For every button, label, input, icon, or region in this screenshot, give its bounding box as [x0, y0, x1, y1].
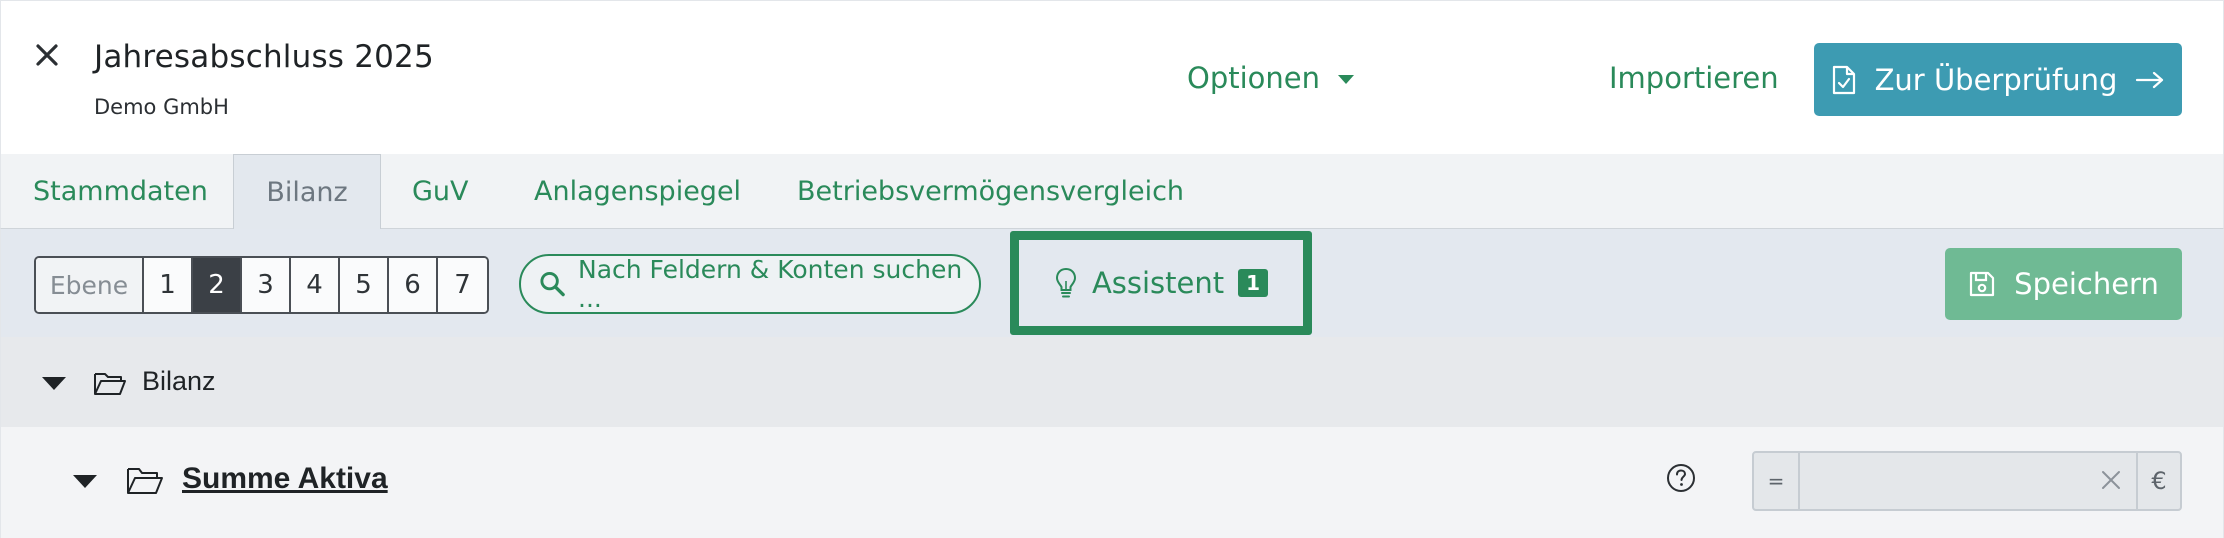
- help-icon[interactable]: [1666, 463, 1696, 493]
- search-icon: [540, 271, 565, 297]
- toolbar: Ebene 1 2 3 4 5 6 7 Nach Feldern & Konte…: [0, 229, 2224, 337]
- tab-guv[interactable]: GuV: [412, 154, 469, 229]
- review-label: Zur Überprüfung: [1874, 62, 2118, 97]
- tab-anlagenspiegel[interactable]: Anlagenspiegel: [534, 154, 741, 229]
- assistant-button[interactable]: Assistent 1: [1010, 231, 1312, 335]
- assistant-count-badge: 1: [1238, 269, 1269, 297]
- level-button-4[interactable]: 4: [291, 258, 340, 312]
- currency-label: €: [2136, 453, 2180, 509]
- options-label: Optionen: [1187, 61, 1321, 95]
- document-check-icon: [1832, 65, 1855, 94]
- level-button-5[interactable]: 5: [340, 258, 389, 312]
- tab-stammdaten[interactable]: Stammdaten: [33, 154, 208, 229]
- arrow-right-icon: [2136, 71, 2164, 88]
- level-button-3[interactable]: 3: [242, 258, 291, 312]
- level-selector: Ebene 1 2 3 4 5 6 7: [34, 256, 489, 314]
- tree-row-summe-aktiva[interactable]: Summe Aktiva = €: [0, 427, 2224, 538]
- review-button[interactable]: Zur Überprüfung: [1814, 43, 2182, 116]
- caret-down-icon[interactable]: [42, 377, 66, 390]
- tree-label-bilanz: Bilanz: [142, 366, 216, 396]
- level-label: Ebene: [36, 258, 144, 312]
- amount-input[interactable]: [1800, 453, 2136, 509]
- caret-down-icon: [1338, 74, 1355, 84]
- save-button[interactable]: Speichern: [1945, 248, 2182, 320]
- clear-icon[interactable]: [2100, 469, 2122, 491]
- folder-open-icon: [127, 468, 163, 494]
- close-icon[interactable]: [35, 43, 69, 77]
- formula-prefix: =: [1754, 453, 1800, 509]
- tab-betriebsvermoegensvergleich[interactable]: Betriebsvermögensvergleich: [797, 154, 1184, 229]
- amount-field: = €: [1752, 451, 2182, 511]
- tree-label-summe-aktiva[interactable]: Summe Aktiva: [182, 462, 388, 496]
- page-title: Jahresabschluss 2025: [94, 39, 434, 75]
- search-label: Nach Feldern & Konten suchen ...: [578, 255, 963, 313]
- level-button-1[interactable]: 1: [144, 258, 193, 312]
- save-label: Speichern: [2014, 267, 2159, 301]
- floppy-disk-icon: [1970, 271, 1995, 297]
- assistant-label: Assistent: [1091, 266, 1225, 300]
- options-dropdown[interactable]: Optionen: [1187, 61, 1355, 95]
- tab-bilanz[interactable]: Bilanz: [233, 154, 381, 230]
- tree-row-bilanz[interactable]: Bilanz: [0, 337, 2224, 427]
- level-button-2[interactable]: 2: [193, 258, 242, 312]
- tab-bar: Stammdaten Bilanz GuV Anlagenspiegel Bet…: [0, 154, 2224, 230]
- level-button-7[interactable]: 7: [438, 258, 487, 312]
- caret-down-icon[interactable]: [73, 475, 97, 488]
- search-button[interactable]: Nach Feldern & Konten suchen ...: [519, 254, 981, 314]
- level-button-6[interactable]: 6: [389, 258, 438, 312]
- folder-open-icon: [94, 373, 126, 395]
- import-link[interactable]: Importieren: [1609, 61, 1779, 95]
- header: Jahresabschluss 2025 Demo GmbH Optionen …: [0, 0, 2224, 154]
- lightbulb-icon: [1055, 267, 1076, 298]
- company-name: Demo GmbH: [94, 95, 229, 119]
